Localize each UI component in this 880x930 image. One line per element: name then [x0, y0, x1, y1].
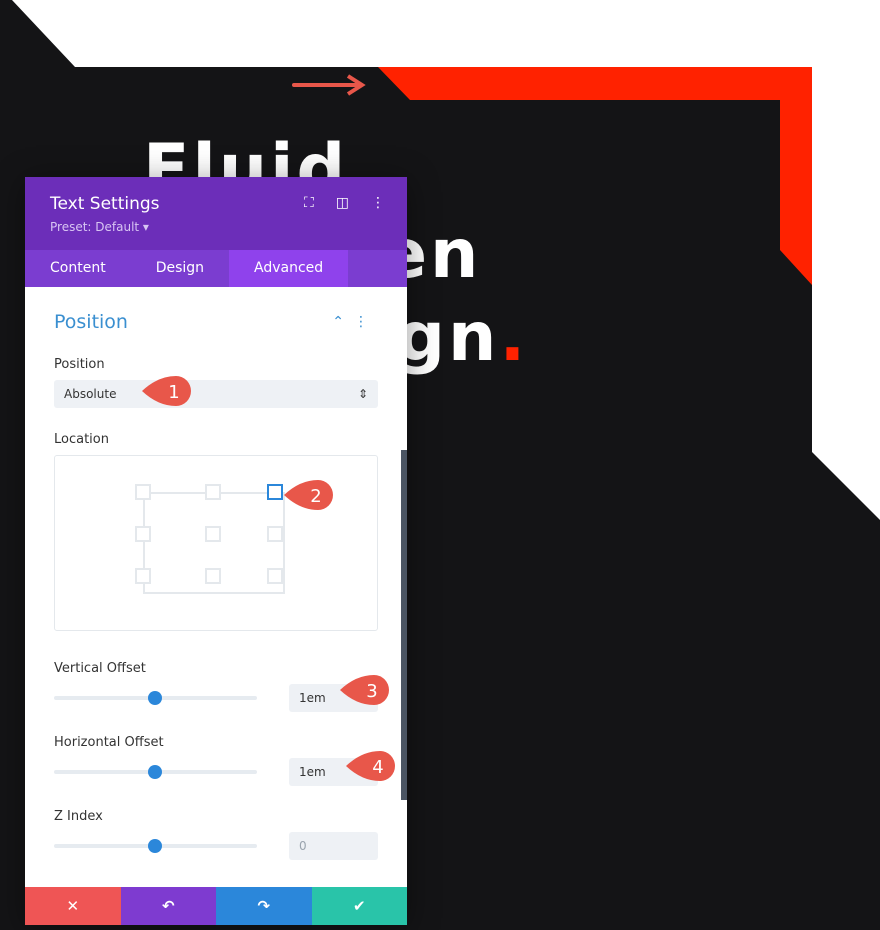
section-title: Position: [54, 311, 128, 333]
z-index-slider[interactable]: [54, 839, 257, 853]
save-button[interactable]: ✔: [311, 887, 407, 925]
text-settings-panel: Text Settings Preset: Default ▾ ⛶ ◫ ⋮ Co…: [25, 177, 407, 925]
split-view-icon[interactable]: ◫: [336, 195, 349, 211]
focus-icon[interactable]: ⛶: [304, 195, 314, 211]
select-arrows-icon: ⇕: [357, 387, 368, 401]
position-label: Position: [54, 357, 105, 372]
panel-header: Text Settings Preset: Default ▾ ⛶ ◫ ⋮: [25, 177, 407, 250]
svg-text:2: 2: [310, 486, 321, 507]
undo-button[interactable]: ↶: [120, 887, 216, 925]
location-top-center[interactable]: [205, 484, 221, 500]
section-header[interactable]: Position ⌃⋮: [54, 287, 378, 357]
location-bottom-center[interactable]: [205, 568, 221, 584]
svg-text:3: 3: [366, 681, 377, 702]
tab-advanced[interactable]: Advanced: [229, 250, 349, 287]
redo-button[interactable]: ↷: [216, 887, 312, 925]
tab-content[interactable]: Content: [25, 250, 131, 287]
section-menu-icon[interactable]: ⋮: [354, 314, 378, 330]
collapse-icon[interactable]: ⌃: [332, 314, 354, 330]
step-marker-1: 1: [140, 374, 196, 412]
location-bottom-right[interactable]: [267, 568, 283, 584]
tab-design[interactable]: Design: [131, 250, 229, 287]
location-top-right[interactable]: [267, 484, 283, 500]
step-marker-2: 2: [282, 478, 338, 516]
scrollbar[interactable]: [401, 450, 407, 800]
position-select[interactable]: Absolute ⇕: [54, 380, 378, 408]
step-marker-3: 3: [338, 673, 394, 711]
location-label: Location: [54, 432, 109, 447]
z-index-label: Z Index: [54, 809, 103, 824]
location-center-right[interactable]: [267, 526, 283, 542]
horizontal-offset-label: Horizontal Offset: [54, 735, 164, 750]
location-center-left[interactable]: [135, 526, 151, 542]
location-top-left[interactable]: [135, 484, 151, 500]
step-marker-4: 4: [344, 749, 400, 787]
vertical-offset-label: Vertical Offset: [54, 661, 146, 676]
preset-dropdown[interactable]: Preset: Default ▾: [50, 220, 382, 234]
cancel-button[interactable]: ✕: [25, 887, 121, 925]
tab-bar: Content Design Advanced: [25, 250, 407, 287]
svg-text:4: 4: [372, 757, 383, 778]
more-icon[interactable]: ⋮: [371, 195, 385, 211]
horizontal-offset-slider[interactable]: [54, 765, 257, 779]
location-bottom-left[interactable]: [135, 568, 151, 584]
vertical-offset-slider[interactable]: [54, 691, 257, 705]
svg-text:1: 1: [168, 382, 179, 403]
location-center[interactable]: [205, 526, 221, 542]
z-index-input[interactable]: 0: [289, 832, 378, 860]
